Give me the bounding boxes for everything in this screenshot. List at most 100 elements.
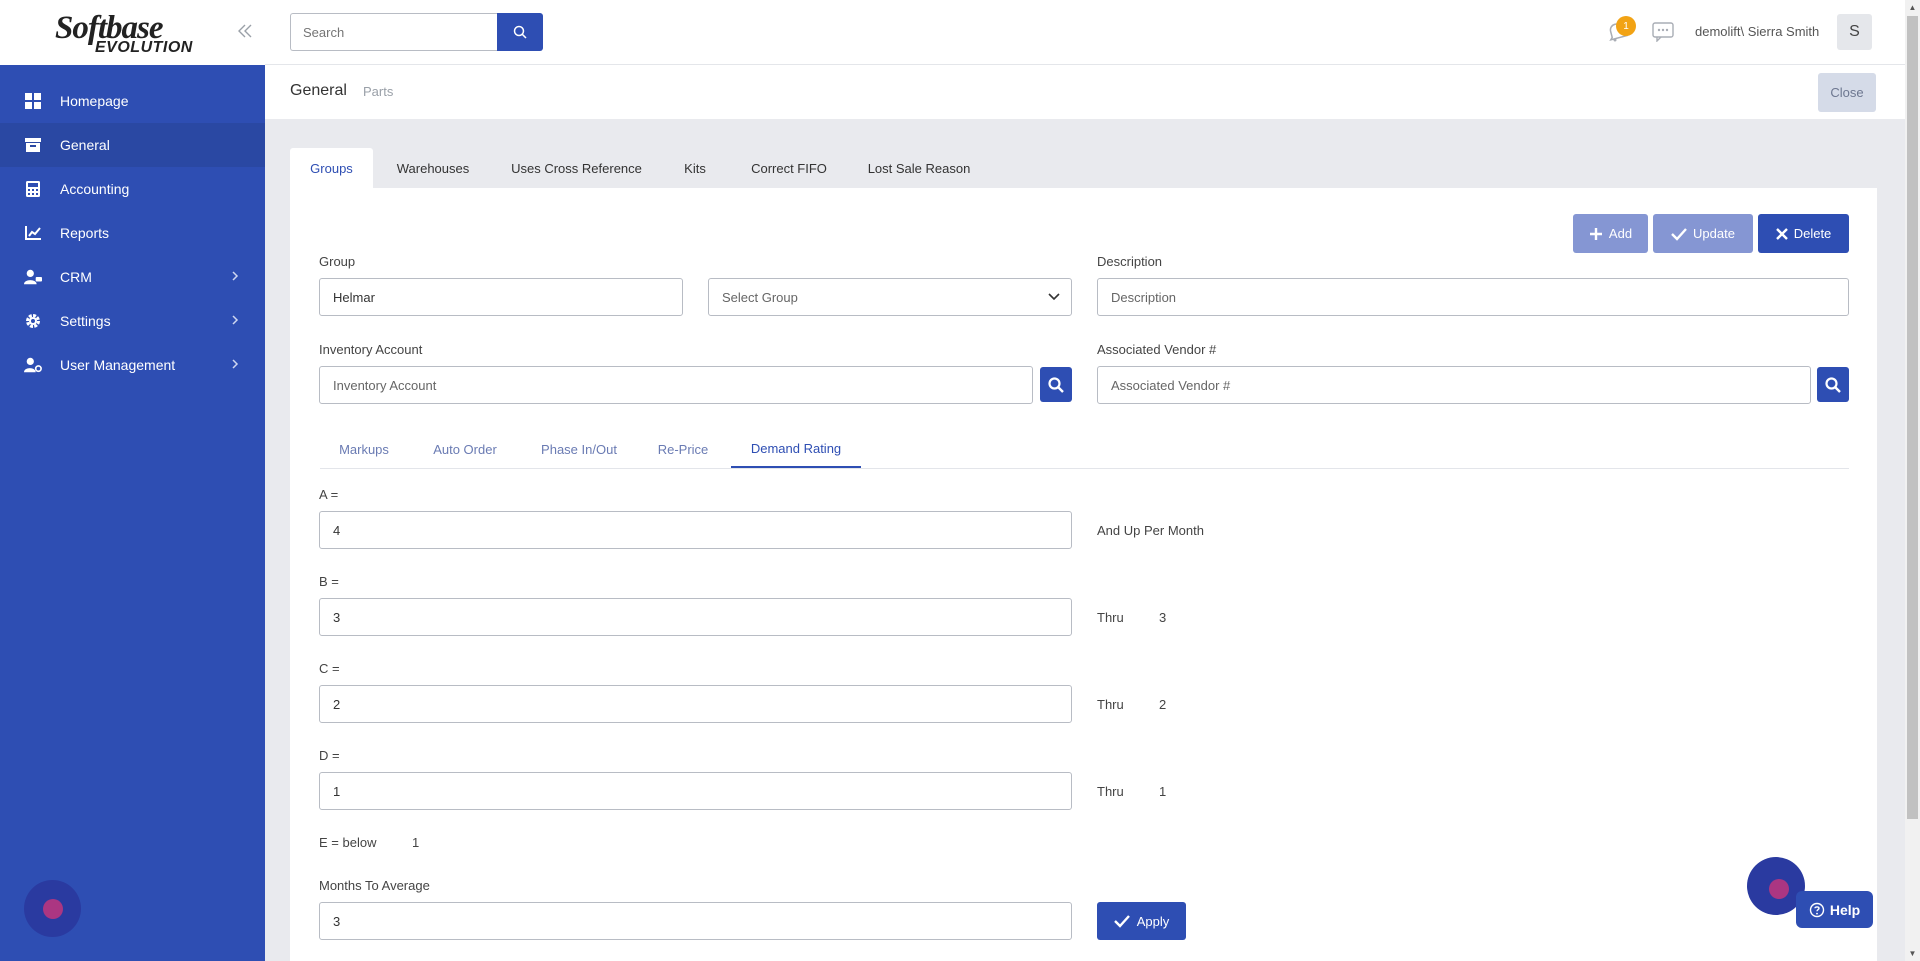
c-thru-label: Thru	[1097, 697, 1124, 712]
help-button-label: Help	[1829, 901, 1861, 918]
sidebar-item-label: General	[60, 137, 110, 153]
check-icon	[1671, 227, 1687, 241]
question-circle-icon	[1809, 902, 1825, 917]
calculator-icon	[24, 180, 42, 198]
subtab-divider	[320, 468, 1849, 469]
page-header: General Parts Close	[265, 65, 1905, 119]
associated-vendor-label: Associated Vendor #	[1097, 342, 1217, 357]
messages-icon[interactable]	[1652, 22, 1674, 43]
tab-uses-cross-reference[interactable]: Uses Cross Reference	[500, 148, 653, 188]
description-field[interactable]: Description	[1097, 278, 1849, 316]
subtab-markups[interactable]: Markups	[320, 430, 408, 468]
apply-button-label: Apply	[1136, 913, 1170, 929]
subtab-re-price[interactable]: Re-Price	[647, 430, 719, 468]
inventory-account-field[interactable]: Inventory Account	[319, 366, 1033, 404]
subtab-auto-order[interactable]: Auto Order	[420, 430, 510, 468]
help-button[interactable]: Help	[1796, 891, 1873, 928]
a-field[interactable]: 4	[319, 511, 1072, 549]
search-button[interactable]	[497, 13, 543, 51]
update-button-label: Update	[1693, 226, 1735, 241]
chat-widget-button[interactable]	[24, 880, 81, 937]
associated-vendor-field[interactable]: Associated Vendor #	[1097, 366, 1811, 404]
d-thru-value: 1	[1159, 784, 1167, 799]
tab-correct-fifo[interactable]: Correct FIFO	[740, 148, 838, 188]
tab-groups[interactable]: Groups	[290, 148, 373, 188]
gear-icon	[24, 312, 42, 330]
add-button[interactable]: Add	[1573, 214, 1648, 253]
scroll-up-icon[interactable]: ▲	[1905, 0, 1920, 15]
sidebar: Softbase EVOLUTION Homepage General Acco…	[0, 0, 265, 961]
notification-badge: 1	[1616, 16, 1636, 36]
e-value: 1	[412, 835, 420, 850]
sidebar-item-general[interactable]: General	[0, 123, 265, 167]
group-field[interactable]: Helmar	[319, 278, 683, 316]
inventory-account-label: Inventory Account	[319, 342, 423, 357]
sidebar-item-settings[interactable]: Settings	[0, 299, 265, 343]
sidebar-item-accounting[interactable]: Accounting	[0, 167, 265, 211]
sidebar-item-user-management[interactable]: User Management	[0, 343, 265, 387]
associated-vendor-search-button[interactable]	[1817, 367, 1849, 402]
search-icon	[1048, 376, 1064, 393]
c-field[interactable]: 2	[319, 685, 1072, 723]
close-button[interactable]: Close	[1818, 73, 1876, 112]
sidebar-item-label: User Management	[60, 357, 176, 373]
apply-button[interactable]: Apply	[1097, 902, 1186, 940]
close-icon	[1775, 227, 1788, 240]
search-icon	[513, 25, 527, 39]
search-icon	[1825, 376, 1841, 393]
chat-widget-icon	[42, 898, 63, 919]
collapse-sidebar-icon[interactable]	[236, 22, 256, 42]
avatar[interactable]: S	[1837, 14, 1872, 50]
user-tie-icon	[24, 268, 42, 286]
b-field[interactable]: 3	[319, 598, 1072, 636]
select-group-dropdown[interactable]: Select Group	[708, 278, 1072, 316]
sidebar-item-label: CRM	[60, 269, 92, 285]
plus-icon	[1589, 227, 1602, 240]
subtab-demand-rating[interactable]: Demand Rating	[731, 430, 861, 468]
b-label: B =	[319, 574, 339, 589]
months-to-average-field[interactable]: 3	[319, 902, 1072, 940]
delete-button[interactable]: Delete	[1758, 214, 1849, 253]
inventory-account-search-button[interactable]	[1040, 367, 1072, 402]
chevron-right-icon	[231, 357, 239, 373]
select-group-value: Select Group	[722, 289, 798, 305]
sidebar-item-label: Homepage	[60, 93, 129, 109]
tab-kits[interactable]: Kits	[670, 148, 720, 188]
sidebar-item-reports[interactable]: Reports	[0, 211, 265, 255]
page-title: General	[290, 82, 347, 99]
scrollbar-thumb[interactable]	[1907, 16, 1918, 819]
sidebar-item-label: Accounting	[60, 181, 130, 197]
logo-area: Softbase EVOLUTION	[0, 0, 265, 65]
d-field[interactable]: 1	[319, 772, 1072, 810]
top-bar: 1 demolift\ Sierra Smith S	[265, 0, 1905, 65]
group-label: Group	[319, 254, 356, 269]
sidebar-item-label: Reports	[60, 225, 110, 241]
d-thru-label: Thru	[1097, 784, 1124, 799]
update-button[interactable]: Update	[1653, 214, 1753, 253]
delete-button-label: Delete	[1793, 226, 1832, 241]
e-label: E = below	[319, 835, 377, 850]
dashboard-icon	[24, 92, 42, 110]
description-label: Description	[1097, 254, 1163, 269]
chart-line-icon	[24, 224, 42, 242]
archive-icon	[24, 136, 42, 154]
tab-lost-sale-reason[interactable]: Lost Sale Reason	[858, 148, 980, 188]
search-input[interactable]	[290, 13, 497, 51]
logo[interactable]: Softbase EVOLUTION	[55, 10, 205, 58]
b-thru-value: 3	[1159, 610, 1167, 625]
chevron-down-icon	[1047, 290, 1061, 307]
page-subtitle: Parts	[363, 84, 394, 99]
subtab-phase-in-out[interactable]: Phase In/Out	[528, 430, 630, 468]
scroll-down-icon[interactable]: ▼	[1905, 946, 1920, 961]
d-label: D =	[319, 748, 340, 763]
chat-widget-icon	[1769, 879, 1789, 899]
sidebar-item-homepage[interactable]: Homepage	[0, 79, 265, 123]
check-icon	[1113, 915, 1130, 928]
sidebar-item-crm[interactable]: CRM	[0, 255, 265, 299]
sidebar-item-label: Settings	[60, 313, 111, 329]
tab-warehouses[interactable]: Warehouses	[383, 148, 483, 188]
chevron-right-icon	[231, 313, 239, 329]
c-label: C =	[319, 661, 340, 676]
user-name[interactable]: demolift\ Sierra Smith	[1695, 24, 1819, 39]
user-cog-icon	[24, 356, 42, 374]
